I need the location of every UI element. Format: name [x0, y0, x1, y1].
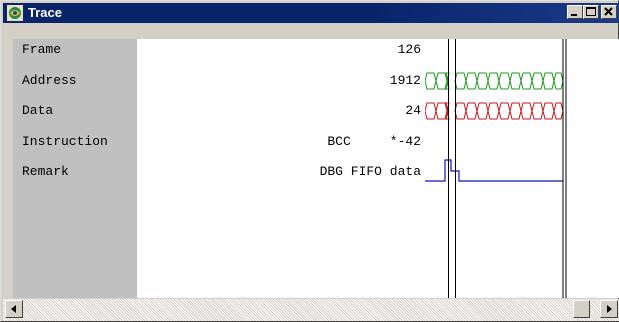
- signal-name-frame[interactable]: Frame: [22, 42, 61, 58]
- close-icon: [604, 7, 613, 16]
- bus-segment: [435, 102, 448, 120]
- arrow-left-icon: [11, 305, 16, 313]
- bus-segment: [542, 72, 555, 90]
- arrow-right-icon: [607, 305, 612, 313]
- waveform-panel[interactable]: [424, 39, 619, 298]
- bus-segment: [520, 102, 533, 120]
- bus-segment: [435, 72, 448, 90]
- bus-segment: [454, 72, 467, 90]
- signal-value-frame: 126: [397, 42, 421, 57]
- waveform-canvas[interactable]: [424, 39, 619, 298]
- signal-name-instruction[interactable]: Instruction: [22, 134, 108, 150]
- scroll-left-button[interactable]: [5, 300, 23, 318]
- app-icon: [7, 5, 23, 21]
- bus-segment: [465, 102, 478, 120]
- bus-segment: [487, 102, 500, 120]
- bus-segment: [424, 72, 437, 90]
- scroll-thumb[interactable]: [573, 300, 590, 318]
- bus-segment: [424, 102, 437, 120]
- bus-segment: [531, 102, 544, 120]
- data-waveform: [424, 102, 564, 120]
- signal-name-remark[interactable]: Remark: [22, 164, 69, 180]
- bus-segment: [531, 72, 544, 90]
- trace-window: Trace Frame Address Data Instruction Rem…: [0, 0, 619, 322]
- horizontal-scrollbar[interactable]: [3, 299, 619, 321]
- bus-segment: [542, 102, 555, 120]
- remark-waveform: [425, 159, 563, 182]
- bus-segment: [520, 72, 533, 90]
- bus-segment: [498, 102, 511, 120]
- signal-value-instruction: BCC *-42: [327, 134, 421, 149]
- address-waveform: [424, 72, 564, 90]
- signal-name-data[interactable]: Data: [22, 103, 53, 119]
- bus-segment: [509, 102, 522, 120]
- minimize-icon: [571, 14, 577, 16]
- signal-value-remark: DBG FIFO data: [319, 164, 421, 179]
- bus-segment: [509, 72, 522, 90]
- bus-segment: [476, 102, 489, 120]
- close-button[interactable]: [601, 5, 617, 19]
- title-bar[interactable]: Trace: [3, 3, 619, 23]
- signal-value-address: 1912: [389, 73, 421, 88]
- maximize-icon: [586, 7, 596, 16]
- bus-segment: [553, 72, 564, 90]
- signal-value-data: 24: [405, 103, 421, 118]
- bus-segment: [465, 72, 478, 90]
- bus-segment: [498, 72, 511, 90]
- minimize-button[interactable]: [567, 5, 583, 19]
- bus-segment: [476, 72, 489, 90]
- signal-name-address[interactable]: Address: [22, 73, 77, 89]
- bus-segment: [487, 72, 500, 90]
- signal-values-panel: 126 1912 24 BCC *-42 DBG FIFO data: [137, 39, 425, 298]
- window-title: Trace: [28, 5, 62, 20]
- scroll-right-button[interactable]: [600, 300, 618, 318]
- signal-names-panel: Frame Address Data Instruction Remark: [13, 39, 137, 298]
- bus-segment: [454, 102, 467, 120]
- maximize-button[interactable]: [583, 5, 599, 19]
- left-gutter: [3, 39, 13, 298]
- bus-segment: [553, 102, 564, 120]
